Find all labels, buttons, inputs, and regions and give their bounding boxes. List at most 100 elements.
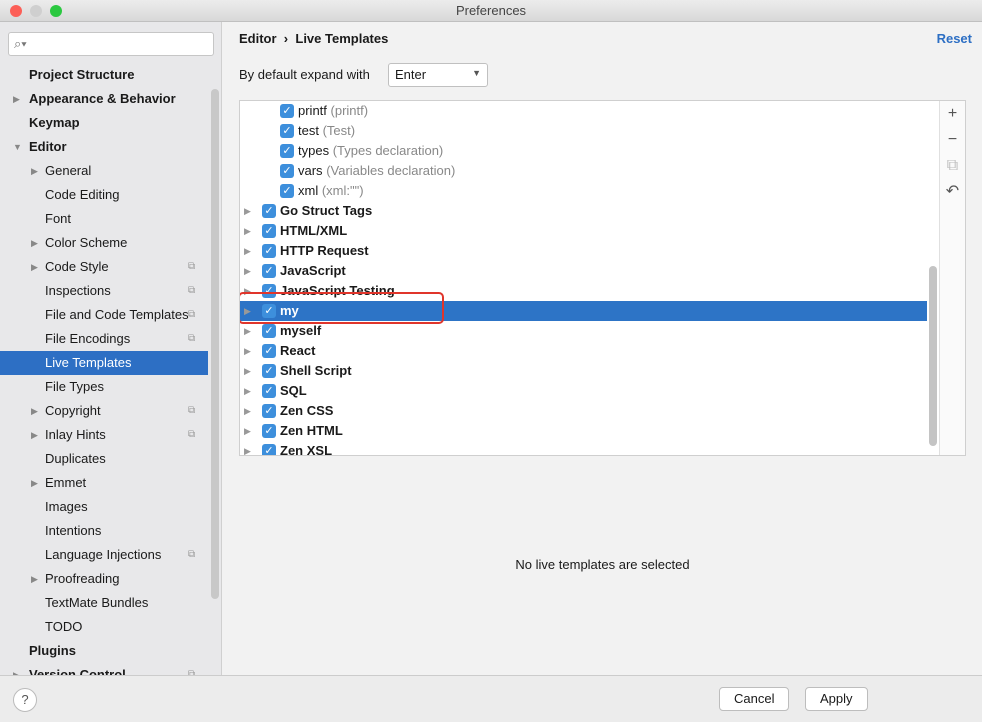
sidebar-item[interactable]: ▶ Color Scheme — [0, 231, 208, 255]
template-group-row[interactable]: ▶ ✓ Shell Script — [240, 361, 927, 381]
collapsed-arrow-icon[interactable]: ▶ — [31, 231, 38, 255]
checkbox[interactable]: ✓ — [262, 324, 276, 338]
checkbox[interactable]: ✓ — [280, 124, 294, 138]
sidebar-item[interactable]: Code Editing — [0, 183, 208, 207]
collapsed-arrow-icon[interactable]: ▶ — [13, 87, 20, 111]
sidebar-item[interactable]: ▶ Code Style ⧉ — [0, 255, 208, 279]
template-group-row[interactable]: ▶ ✓ Go Struct Tags — [240, 201, 927, 221]
sidebar-scrollbar[interactable] — [211, 89, 219, 599]
collapsed-arrow-icon[interactable]: ▶ — [244, 321, 251, 341]
sidebar-item[interactable]: ▶ Copyright ⧉ — [0, 399, 208, 423]
search-input[interactable]: ⌕▾ — [8, 32, 214, 56]
template-row[interactable]: ✓ vars (Variables declaration) — [240, 161, 927, 181]
checkbox[interactable]: ✓ — [262, 264, 276, 278]
template-row[interactable]: ✓ printf (printf) — [240, 101, 927, 121]
collapsed-arrow-icon[interactable]: ▶ — [244, 241, 251, 261]
template-name: JavaScript — [280, 263, 346, 278]
sidebar-item[interactable]: ▶ Emmet — [0, 471, 208, 495]
collapsed-arrow-icon[interactable]: ▶ — [244, 441, 251, 455]
sidebar-item[interactable]: Intentions — [0, 519, 208, 543]
template-group-row[interactable]: ▶ ✓ React — [240, 341, 927, 361]
sidebar-item[interactable]: Project Structure — [0, 63, 208, 87]
sidebar-item[interactable]: ▼ Editor — [0, 135, 208, 159]
template-group-row[interactable]: ▶ ✓ Zen XSL — [240, 441, 927, 455]
reset-link[interactable]: Reset — [937, 31, 972, 46]
template-group-row[interactable]: ▶ ✓ Zen CSS — [240, 401, 927, 421]
collapsed-arrow-icon[interactable]: ▶ — [31, 159, 38, 183]
sidebar-item[interactable]: Duplicates — [0, 447, 208, 471]
collapsed-arrow-icon[interactable]: ▶ — [244, 261, 251, 281]
collapsed-arrow-icon[interactable]: ▶ — [31, 567, 38, 591]
checkbox[interactable]: ✓ — [280, 104, 294, 118]
zoom-window-button[interactable] — [50, 5, 62, 17]
sidebar-item[interactable]: TextMate Bundles — [0, 591, 208, 615]
checkbox[interactable]: ✓ — [262, 244, 276, 258]
collapsed-arrow-icon[interactable]: ▶ — [31, 471, 38, 495]
highlight-annotation — [240, 292, 444, 324]
minimize-window-button[interactable] — [30, 5, 42, 17]
checkbox[interactable]: ✓ — [280, 144, 294, 158]
sidebar-item[interactable]: Font — [0, 207, 208, 231]
template-group-row[interactable]: ▶ ✓ HTTP Request — [240, 241, 927, 261]
template-row[interactable]: ✓ types (Types declaration) — [240, 141, 927, 161]
collapsed-arrow-icon[interactable]: ▶ — [244, 361, 251, 381]
checkbox[interactable]: ✓ — [262, 384, 276, 398]
sidebar-item[interactable]: TODO — [0, 615, 208, 639]
sidebar-item[interactable]: ▶ General — [0, 159, 208, 183]
expanded-arrow-icon[interactable]: ▼ — [13, 135, 22, 159]
tree-scrollbar[interactable] — [929, 266, 937, 446]
sidebar-item[interactable]: ▶ Appearance & Behavior — [0, 87, 208, 111]
template-group-row[interactable]: ▶ ✓ myself — [240, 321, 927, 341]
help-button[interactable]: ? — [13, 688, 37, 712]
checkbox[interactable]: ✓ — [280, 164, 294, 178]
sidebar-item[interactable]: ▶ Inlay Hints ⧉ — [0, 423, 208, 447]
checkbox[interactable]: ✓ — [262, 364, 276, 378]
template-row[interactable]: ✓ xml (xml:"") — [240, 181, 927, 201]
collapsed-arrow-icon[interactable]: ▶ — [244, 221, 251, 241]
collapsed-arrow-icon[interactable]: ▶ — [31, 423, 38, 447]
close-window-button[interactable] — [10, 5, 22, 17]
undo-icon[interactable]: ↶ — [940, 179, 965, 205]
copy-icon[interactable]: ⧉ — [940, 153, 965, 179]
sidebar-item[interactable]: File Types — [0, 375, 208, 399]
sidebar-item[interactable]: File and Code Templates ⧉ — [0, 303, 208, 327]
sidebar-item[interactable]: File Encodings ⧉ — [0, 327, 208, 351]
sidebar-item[interactable]: Images — [0, 495, 208, 519]
breadcrumb-editor[interactable]: Editor — [239, 31, 277, 46]
template-group-row[interactable]: ▶ ✓ Zen HTML — [240, 421, 927, 441]
sidebar-item[interactable]: Live Templates — [0, 351, 208, 375]
template-group-row[interactable]: ▶ ✓ SQL — [240, 381, 927, 401]
checkbox[interactable]: ✓ — [280, 184, 294, 198]
project-scope-icon: ⧉ — [188, 309, 196, 320]
sidebar-item[interactable]: Inspections ⧉ — [0, 279, 208, 303]
sidebar-item[interactable]: Language Injections ⧉ — [0, 543, 208, 567]
template-group-row[interactable]: ▶ ✓ JavaScript — [240, 261, 927, 281]
apply-button[interactable]: Apply — [805, 687, 868, 711]
checkbox[interactable]: ✓ — [262, 404, 276, 418]
collapsed-arrow-icon[interactable]: ▶ — [244, 341, 251, 361]
collapsed-arrow-icon[interactable]: ▶ — [244, 421, 251, 441]
sidebar-item[interactable]: Plugins — [0, 639, 208, 663]
collapsed-arrow-icon[interactable]: ▶ — [31, 255, 38, 279]
collapsed-arrow-icon[interactable]: ▶ — [13, 663, 20, 675]
checkbox[interactable]: ✓ — [262, 224, 276, 238]
collapsed-arrow-icon[interactable]: ▶ — [244, 201, 251, 221]
checkbox[interactable]: ✓ — [262, 344, 276, 358]
checkbox[interactable]: ✓ — [262, 204, 276, 218]
template-group-row[interactable]: ▶ ✓ HTML/XML — [240, 221, 927, 241]
minus-icon[interactable]: − — [940, 127, 965, 153]
collapsed-arrow-icon[interactable]: ▶ — [31, 399, 38, 423]
collapsed-arrow-icon[interactable]: ▶ — [244, 381, 251, 401]
sidebar-item[interactable]: ▶ Proofreading — [0, 567, 208, 591]
checkbox[interactable]: ✓ — [262, 444, 276, 455]
project-scope-icon: ⧉ — [188, 669, 196, 675]
template-row[interactable]: ✓ test (Test) — [240, 121, 927, 141]
plus-icon[interactable]: + — [940, 101, 965, 127]
collapsed-arrow-icon[interactable]: ▶ — [244, 401, 251, 421]
expand-with-select[interactable]: Enter ▼ — [388, 63, 488, 87]
sidebar-item[interactable]: ▶ Version Control ⧉ — [0, 663, 208, 675]
template-name: vars — [298, 163, 323, 178]
cancel-button[interactable]: Cancel — [719, 687, 790, 711]
checkbox[interactable]: ✓ — [262, 424, 276, 438]
sidebar-item[interactable]: Keymap — [0, 111, 208, 135]
